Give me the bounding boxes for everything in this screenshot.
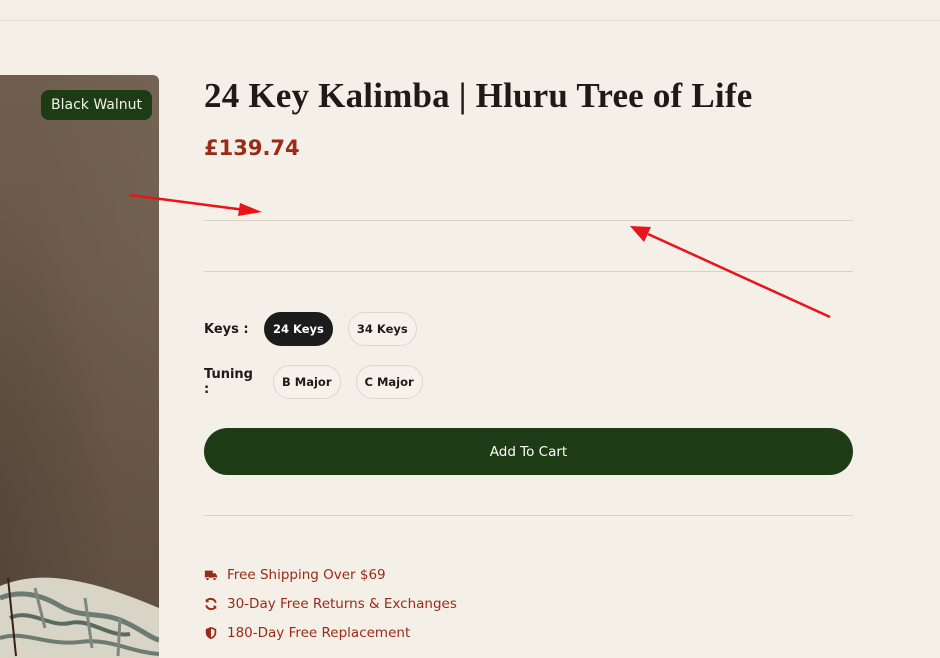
product-price: £139.74 xyxy=(204,136,300,160)
product-image[interactable] xyxy=(0,75,159,658)
perk-text: 180-Day Free Replacement xyxy=(227,624,411,641)
tuning-label: Tuning : xyxy=(204,367,253,397)
perk-replacement: 180-Day Free Replacement xyxy=(204,618,457,647)
perk-shipping: Free Shipping Over $69 xyxy=(204,560,457,589)
divider xyxy=(204,515,853,516)
keys-label: Keys : xyxy=(204,321,249,337)
tuning-option-row: Tuning : B Major C Major xyxy=(204,365,423,399)
patterned-cloth xyxy=(0,577,159,658)
wood-type-badge: Black Walnut xyxy=(41,90,152,120)
divider xyxy=(204,220,853,221)
perk-text: 30-Day Free Returns & Exchanges xyxy=(227,595,457,612)
keys-option-row: Keys : 24 Keys 34 Keys xyxy=(204,312,417,346)
header-divider xyxy=(0,20,940,21)
tuning-option-b-major[interactable]: B Major xyxy=(273,365,341,399)
perk-returns: 30-Day Free Returns & Exchanges xyxy=(204,589,457,618)
perks-list: Free Shipping Over $69 30-Day Free Retur… xyxy=(204,560,457,647)
keys-option-34[interactable]: 34 Keys xyxy=(347,312,417,346)
truck-icon xyxy=(204,568,218,582)
divider xyxy=(204,271,853,272)
product-title: 24 Key Kalimba | Hluru Tree of Life xyxy=(204,76,753,115)
add-to-cart-button[interactable]: Add To Cart xyxy=(204,428,853,475)
tuning-option-c-major[interactable]: C Major xyxy=(355,365,423,399)
perk-text: Free Shipping Over $69 xyxy=(227,566,386,583)
keys-option-24[interactable]: 24 Keys xyxy=(264,312,333,346)
shield-icon xyxy=(204,626,218,640)
refresh-icon xyxy=(204,597,218,611)
